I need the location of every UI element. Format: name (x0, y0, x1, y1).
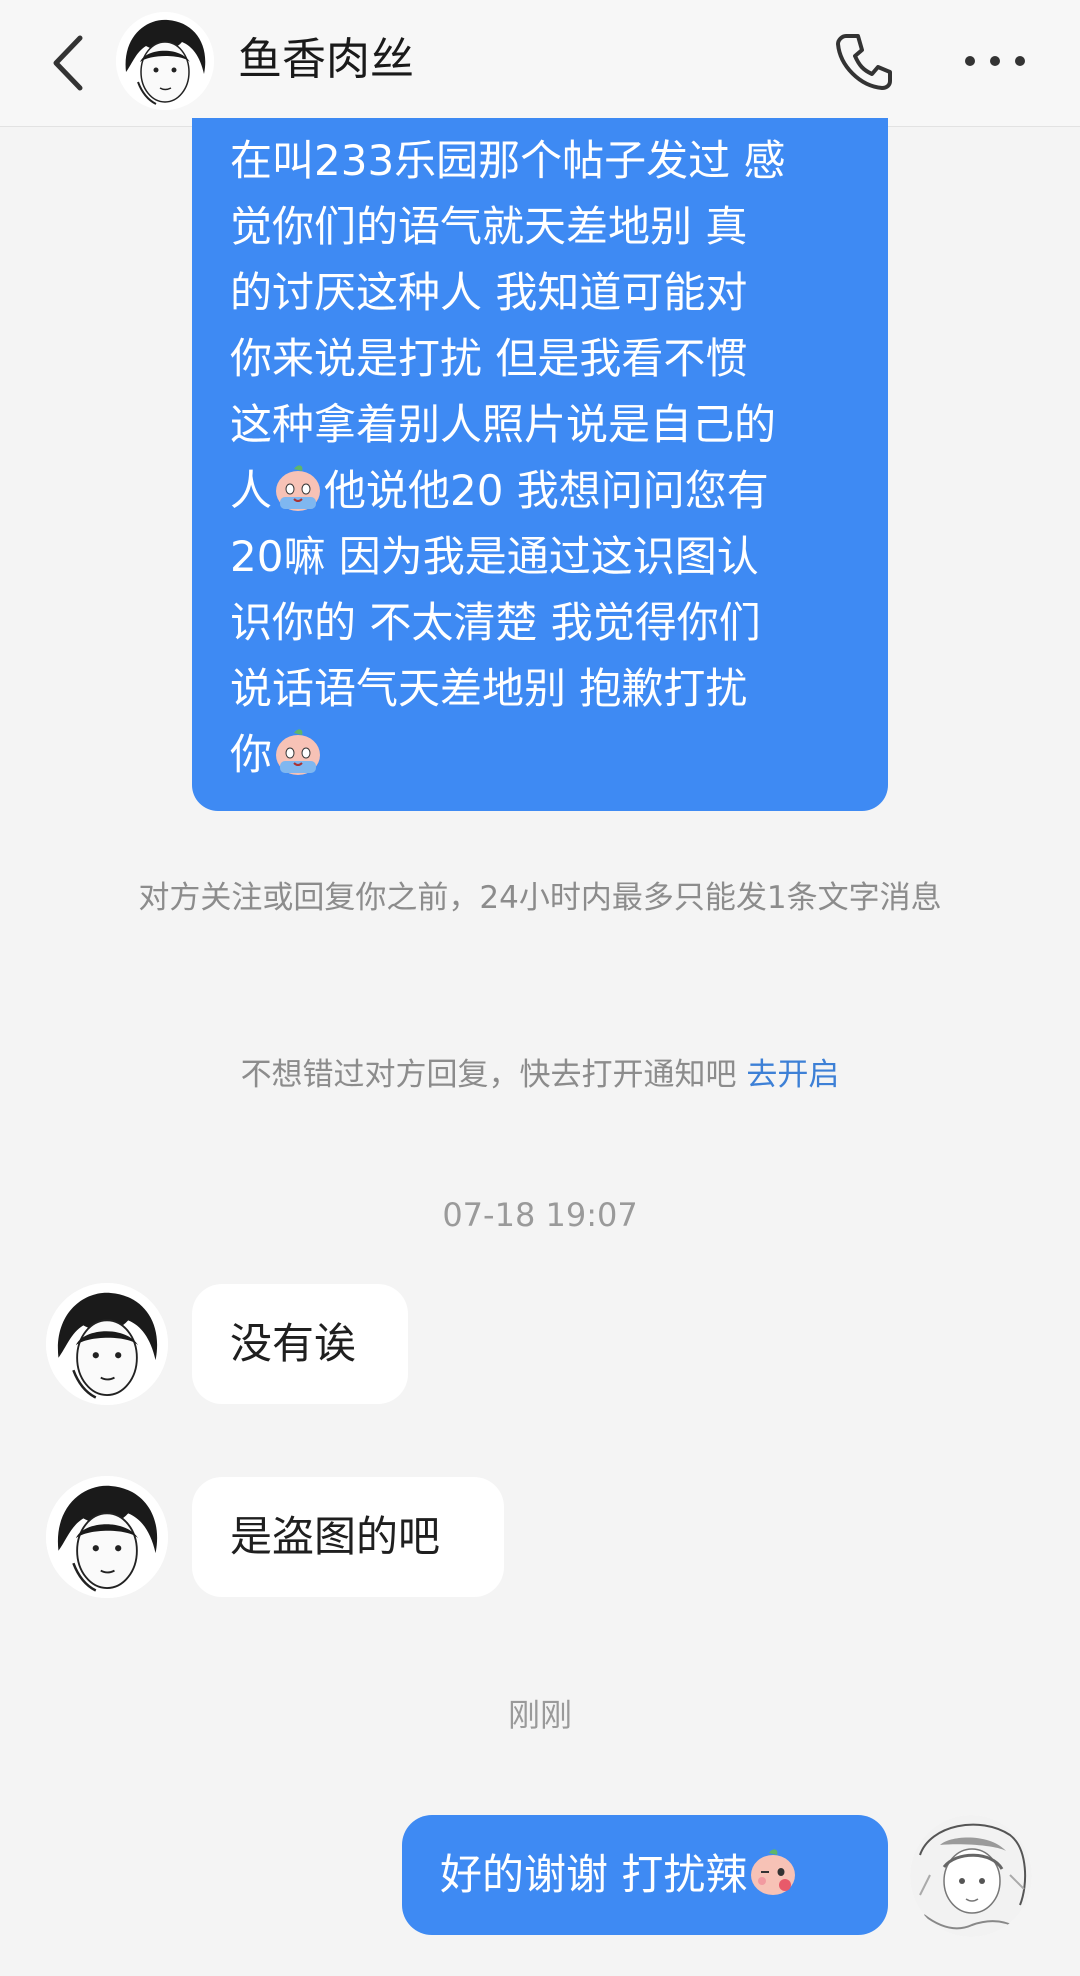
avatar-illustration (116, 12, 214, 110)
message-line-with-emoji: 你 (230, 722, 858, 788)
enable-notifications-link[interactable]: 去开启 (746, 1057, 839, 1093)
more-button[interactable] (960, 36, 1030, 86)
message-line: 觉你们的语气就天差地别 真 (230, 202, 748, 251)
wink-kiss-emoji-icon (751, 1849, 796, 1895)
chat-title: 鱼香肉丝 (238, 34, 414, 85)
crying-emoji-icon (276, 729, 321, 775)
message-line: 这种拿着别人照片说是自己的 (230, 400, 777, 449)
message-line: 说话语气天差地别 抱歉打扰 (230, 664, 748, 713)
message-text: 你 (230, 730, 273, 779)
message-text: 他说他20 我想问问您有 (324, 466, 769, 515)
message-bubble-sent[interactable]: 在叫233乐园那个帖子发过 感 觉你们的语气就天差地别 真 的讨厌这种人 我知道… (192, 118, 888, 811)
timestamp: 07-18 19:07 (442, 1196, 638, 1234)
message-line: 识你的 不太清楚 我觉得你们 (230, 598, 761, 647)
message-text: 好的谢谢 打扰辣 (440, 1850, 748, 1899)
message-line: 你来说是打扰 但是我看不惯 (230, 334, 748, 383)
phone-icon (836, 34, 892, 90)
call-button[interactable] (832, 30, 896, 94)
message-bubble-received[interactable]: 没有诶 (192, 1284, 408, 1404)
message-line: 在叫233乐园那个帖子发过 感 (230, 136, 786, 185)
contact-avatar[interactable] (116, 12, 214, 110)
message-bubble-sent[interactable]: 好的谢谢 打扰辣 (402, 1815, 888, 1935)
my-avatar[interactable] (910, 1815, 1032, 1937)
crying-emoji-icon (276, 465, 321, 511)
message-line: 的讨厌这种人 我知道可能对 (230, 268, 748, 317)
message-text: 没有诶 (230, 1319, 357, 1368)
more-dots-icon (965, 56, 1025, 66)
contact-avatar[interactable] (46, 1476, 168, 1598)
timestamp: 刚刚 (507, 1696, 572, 1734)
chevron-left-icon (53, 35, 83, 91)
chat-header: 鱼香肉丝 (0, 0, 1080, 127)
contact-avatar[interactable] (46, 1283, 168, 1405)
message-text: 是盗图的吧 (230, 1512, 441, 1561)
avatar-illustration (910, 1815, 1032, 1937)
back-button[interactable] (40, 28, 100, 98)
avatar-illustration (46, 1476, 168, 1598)
message-limit-notice: 对方关注或回复你之前，24小时内最多只能发1条文字消息 (138, 880, 942, 916)
notification-prompt: 不想错过对方回复，快去打开通知吧 去开启 (100, 1055, 980, 1095)
message-line: 20嘛 因为我是通过这识图认 (230, 532, 759, 581)
notification-prompt-text: 不想错过对方回复，快去打开通知吧 (240, 1057, 737, 1093)
message-line-with-emoji: 人 他说他20 我想问问您有 (230, 458, 858, 524)
message-text: 人 (230, 466, 273, 515)
message-bubble-received[interactable]: 是盗图的吧 (192, 1477, 504, 1597)
avatar-illustration (46, 1283, 168, 1405)
